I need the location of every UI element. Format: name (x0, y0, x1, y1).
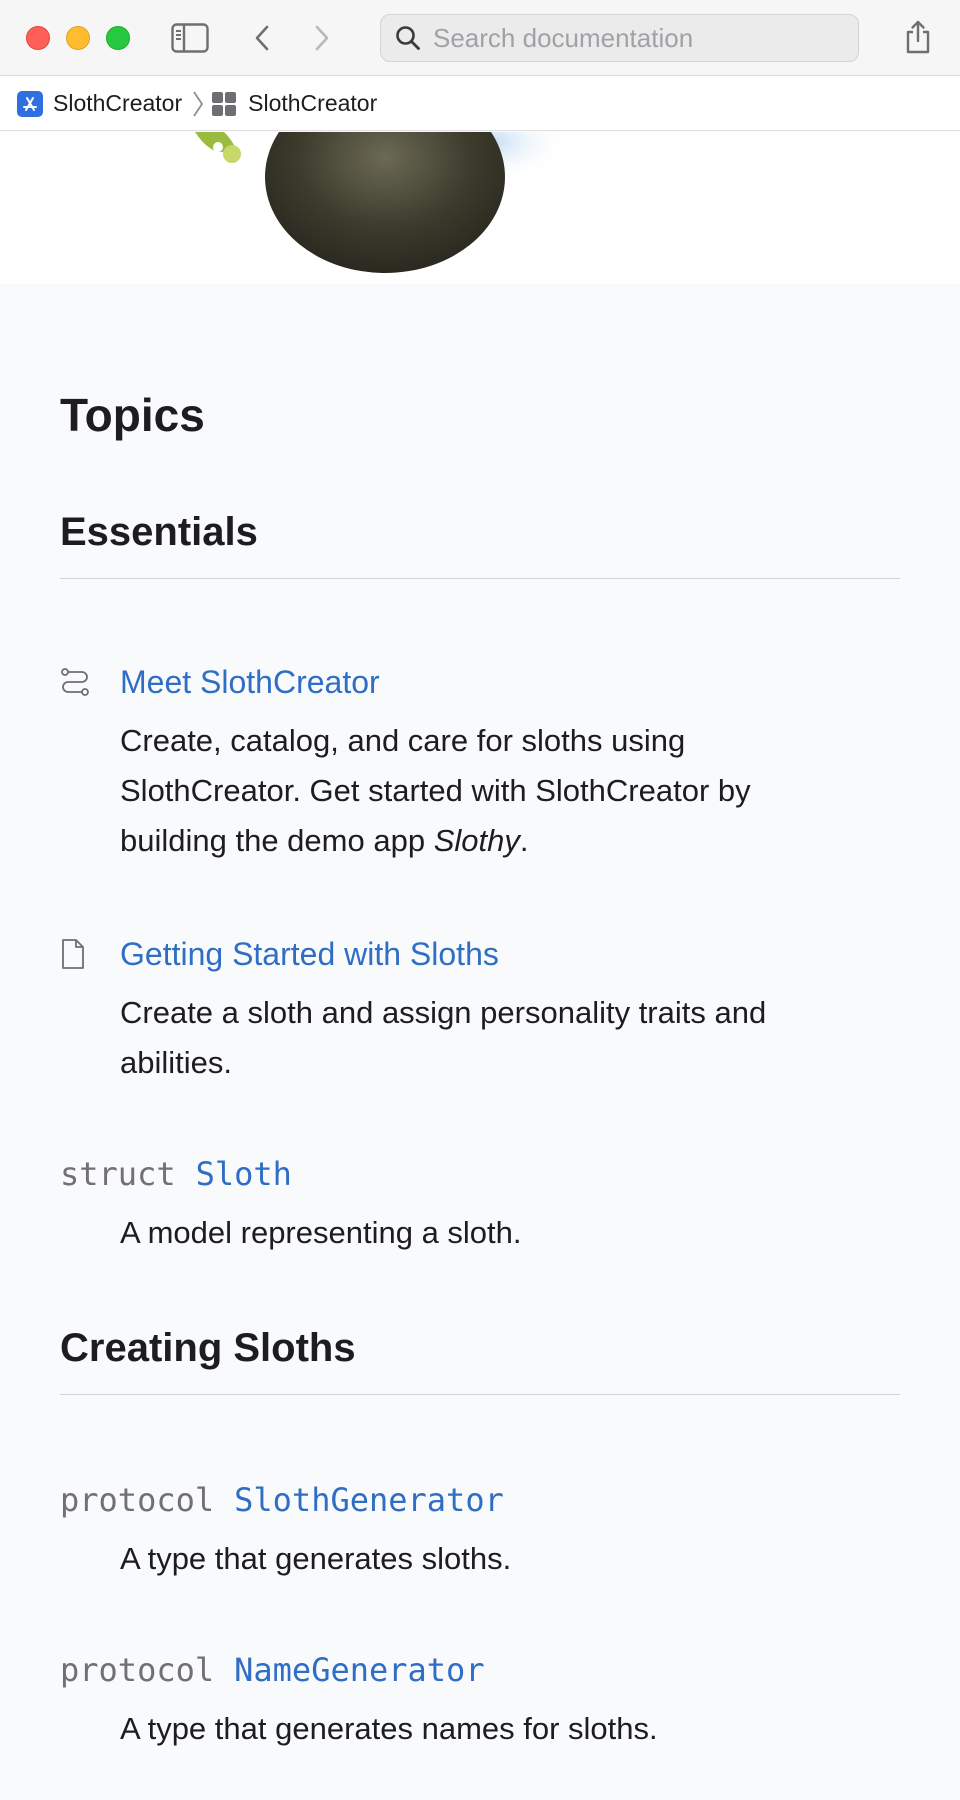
breadcrumb-item-module[interactable]: SlothCreator (212, 90, 377, 117)
meet-slothcreator-link[interactable]: Meet SlothCreator (120, 664, 380, 701)
topics-heading: Topics (60, 389, 205, 441)
breadcrumb-separator-icon (192, 90, 204, 118)
search-input[interactable] (431, 21, 835, 55)
breadcrumb-item-catalog[interactable]: SlothCreator (17, 90, 182, 117)
topic-item-sloth-struct: struct Sloth A model representing a slot… (60, 1152, 900, 1258)
topic-description: A type that generates sloths. (120, 1541, 512, 1576)
topic-description: A model representing a sloth. (120, 1215, 522, 1250)
sloth-symbol-link[interactable]: Sloth (196, 1155, 292, 1193)
chevron-right-icon (315, 25, 329, 51)
topic-description: Create, catalog, and care for sloths usi… (120, 723, 751, 858)
declaration-keyword: protocol (60, 1481, 215, 1519)
chevron-left-icon (255, 25, 269, 51)
minimize-window-button[interactable] (66, 26, 90, 50)
breadcrumb-item-label: SlothCreator (53, 90, 183, 116)
share-icon (906, 20, 930, 54)
declaration-keyword: protocol (60, 1651, 215, 1689)
forward-button[interactable] (306, 20, 338, 56)
topic-description: Create a sloth and assign personality tr… (120, 995, 767, 1080)
close-window-button[interactable] (26, 26, 50, 50)
sloth-illustration (190, 132, 570, 284)
window-toolbar (0, 0, 960, 76)
topic-item-meet-slothcreator: Meet SlothCreator Create, catalog, and c… (60, 660, 900, 866)
hero-image (0, 132, 960, 284)
slothgenerator-symbol-link[interactable]: SlothGenerator (234, 1481, 504, 1519)
declaration-keyword: struct (60, 1155, 176, 1193)
topic-item-sloth-generator: protocol SlothGenerator A type that gene… (60, 1478, 900, 1584)
sidebar-toggle-button[interactable] (168, 20, 212, 56)
zoom-window-button[interactable] (106, 26, 130, 50)
module-grid-icon (212, 91, 237, 116)
namegenerator-symbol-link[interactable]: NameGenerator (234, 1651, 484, 1689)
section-divider (60, 578, 900, 579)
topic-description: A type that generates names for sloths. (120, 1711, 658, 1746)
topic-item-name-generator: protocol NameGenerator A type that gener… (60, 1648, 900, 1754)
section-divider (60, 1394, 900, 1395)
article-icon (62, 939, 84, 969)
section-heading-essentials: Essentials (60, 510, 258, 554)
sidebar-icon (171, 23, 209, 53)
topic-item-getting-started: Getting Started with Sloths Create a slo… (60, 932, 900, 1088)
app-name-emphasis: Slothy (433, 823, 520, 858)
search-icon (395, 25, 421, 51)
tutorial-icon (61, 668, 89, 696)
section-heading-creating-sloths: Creating Sloths (60, 1326, 356, 1370)
breadcrumb: SlothCreator SlothCreator (0, 77, 960, 131)
breadcrumb-item-label: SlothCreator (248, 90, 378, 116)
search-field[interactable] (380, 14, 859, 62)
back-button[interactable] (246, 20, 278, 56)
app-store-icon (17, 90, 43, 117)
share-button[interactable] (898, 16, 938, 58)
getting-started-link[interactable]: Getting Started with Sloths (120, 936, 499, 973)
